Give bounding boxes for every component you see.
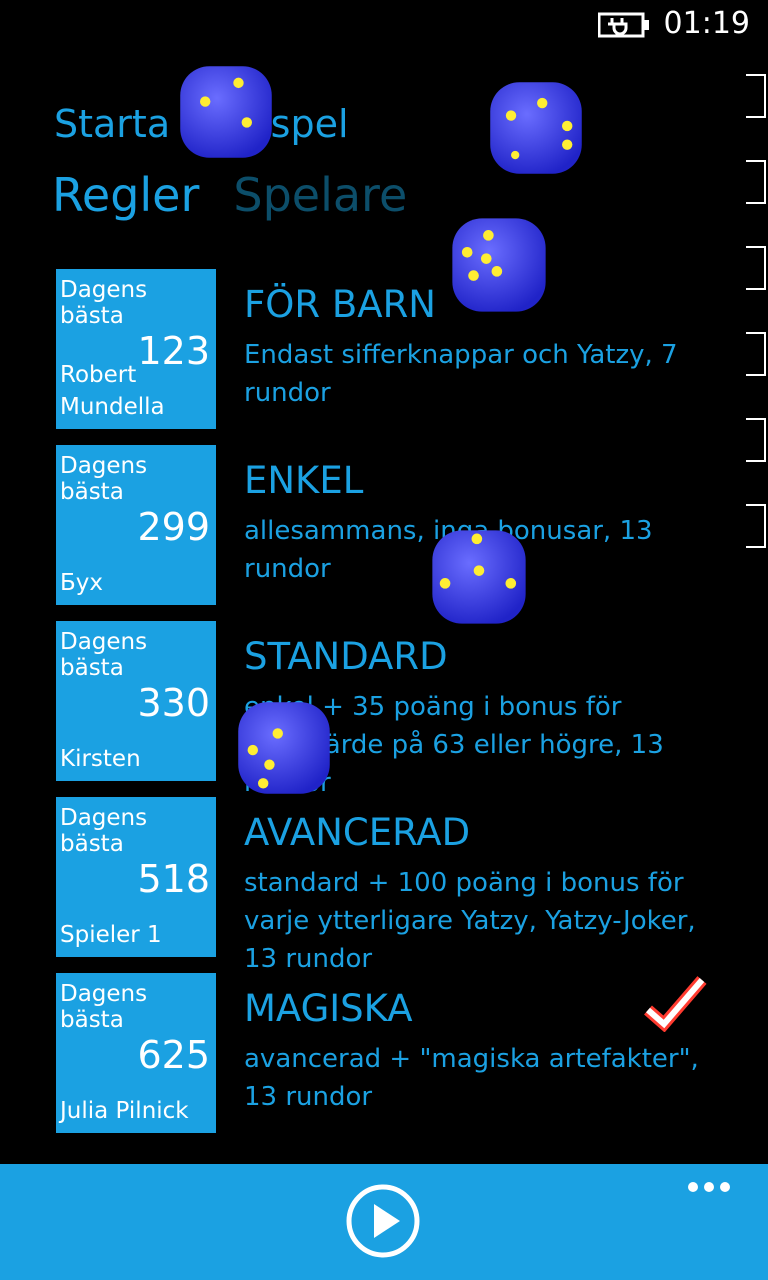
dice-icon xyxy=(432,530,526,624)
tab-regler[interactable]: Regler xyxy=(52,168,199,222)
more-icon[interactable] xyxy=(684,1176,734,1200)
dice-icon xyxy=(180,66,272,158)
clock: 01:19 xyxy=(663,6,750,41)
dice-icon xyxy=(452,218,546,312)
dice-icon xyxy=(238,702,330,794)
side-edge-strip xyxy=(746,50,768,660)
high-score-tile: Dagens bästa 625 Julia Pilnick xyxy=(56,973,216,1133)
play-icon[interactable] xyxy=(346,1184,420,1258)
tile-score: 330 xyxy=(137,681,210,725)
list-item-avancerad[interactable]: Dagens bästa 518 Spieler 1 AVANCERAD sta… xyxy=(56,797,746,974)
tile-player: Julia Pilnick xyxy=(60,1098,189,1124)
list-item-enkel[interactable]: Dagens bästa 299 Бух ENKEL allesammans, … xyxy=(56,445,746,621)
status-bar: 01:19 xyxy=(0,0,768,50)
tile-player: Бух xyxy=(60,570,104,596)
high-score-tile: Dagens bästa 518 Spieler 1 xyxy=(56,797,216,957)
checkmark-icon xyxy=(644,976,707,1032)
tile-score: 625 xyxy=(137,1033,210,1077)
battery-charging-icon xyxy=(598,12,649,38)
tile-label: Dagens bästa xyxy=(60,629,148,681)
rule-title: ENKEL xyxy=(244,459,364,502)
list-item-standard[interactable]: Dagens bästa 330 Kirsten STANDARD enkel … xyxy=(56,621,746,798)
high-score-tile: Dagens bästa 330 Kirsten xyxy=(56,621,216,781)
tile-label: Dagens bästa xyxy=(60,277,148,329)
dice-icon xyxy=(490,82,582,174)
tab-spelare[interactable]: Spelare xyxy=(233,168,407,222)
rule-description: standard + 100 poäng i bonus för varje y… xyxy=(244,868,696,974)
high-score-tile: Dagens bästa 299 Бух xyxy=(56,445,216,605)
tile-score: 518 xyxy=(137,857,210,901)
high-score-tile: Dagens bästa 123 Robert Mundella xyxy=(56,269,216,429)
tile-label: Dagens bästa xyxy=(60,453,148,505)
rule-description: Endast sifferknappar och Yatzy, 7 rundor xyxy=(244,340,678,408)
pivot-header: Regler Spelare xyxy=(52,168,441,222)
list-item-for-barn[interactable]: Dagens bästa 123 Robert Mundella FÖR BAR… xyxy=(56,269,746,445)
rule-info: AVANCERAD standard + 100 poäng i bonus f… xyxy=(244,811,724,978)
tile-player: Kirsten xyxy=(60,746,141,772)
tile-player: Robert Mundella xyxy=(60,362,165,420)
tile-label: Dagens bästa xyxy=(60,805,148,857)
rule-title: AVANCERAD xyxy=(244,811,471,854)
rule-title: STANDARD xyxy=(244,635,448,678)
tile-label: Dagens bästa xyxy=(60,981,148,1033)
tile-score: 299 xyxy=(137,505,210,549)
rule-description: avancerad + "magiska artefakter", 13 run… xyxy=(244,1044,699,1112)
tile-player: Spieler 1 xyxy=(60,922,162,948)
